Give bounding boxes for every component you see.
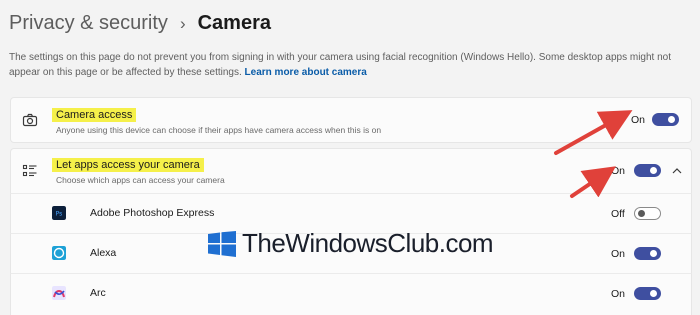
app-state: On [611,248,626,260]
learn-more-link[interactable]: Learn more about camera [245,67,367,78]
breadcrumb: Privacy & security › Camera [9,8,271,38]
apps-access-card[interactable]: Let apps access your camera Choose which… [10,148,692,194]
app-list-icon [22,164,37,177]
app-row-arc: Arc On [10,273,692,315]
arc-toggle[interactable] [634,287,661,300]
camera-access-card: Camera access Anyone using this device c… [10,97,692,143]
camera-access-state: On [631,114,646,126]
alexa-toggle[interactable] [634,247,661,260]
svg-text:Ps: Ps [56,211,63,218]
camera-access-title: Camera access [52,108,137,122]
app-row-alexa: Alexa On [10,233,692,273]
app-name: Alexa [90,247,117,259]
camera-icon [22,113,38,127]
camera-access-toggle[interactable] [652,113,679,126]
toggle-knob [650,290,657,297]
apps-access-toggle[interactable] [634,164,661,177]
arc-icon [52,286,66,300]
photoshop-express-icon: Ps [52,206,66,220]
chevron-up-icon[interactable] [671,165,683,177]
toggle-knob [638,210,645,217]
apps-access-subtitle: Choose which apps can access your camera [56,175,225,185]
page-title: Camera [197,11,271,34]
toggle-knob [668,116,675,123]
camera-access-subtitle: Anyone using this device can choose if t… [56,125,382,135]
adobe-photoshop-express-toggle[interactable] [634,207,661,220]
breadcrumb-privacy-security[interactable]: Privacy & security [9,12,168,35]
apps-access-state: On [611,165,626,177]
app-name: Arc [90,287,106,299]
app-row-adobe-photoshop-express: Ps Adobe Photoshop Express Off [10,193,692,233]
apps-access-title: Let apps access your camera [52,158,204,172]
alexa-icon [52,246,66,260]
app-state: Off [611,208,625,220]
app-state: On [611,288,626,300]
page-description: The settings on this page do not prevent… [9,50,694,80]
breadcrumb-separator: › [179,13,186,33]
app-name: Adobe Photoshop Express [90,207,215,219]
toggle-knob [650,250,657,257]
toggle-knob [650,167,657,174]
